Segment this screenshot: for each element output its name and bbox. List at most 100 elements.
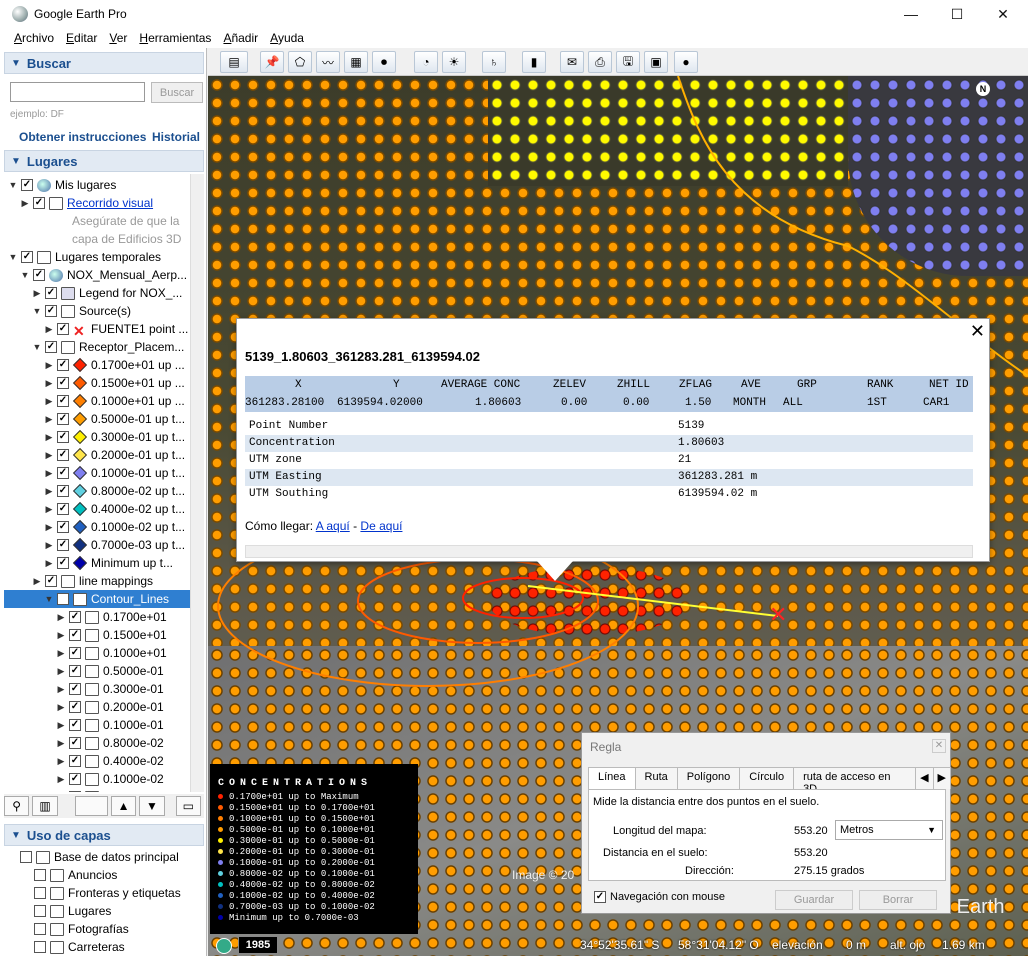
ruler-icon[interactable]: ▮ <box>522 51 546 73</box>
tree-item[interactable]: ▶ ✓ 0.1000e+01 <box>4 644 190 662</box>
expand-arrow-icon[interactable]: ▼ <box>8 252 18 262</box>
expand-arrow-icon[interactable]: ▶ <box>56 648 66 659</box>
layer-item[interactable]: Base de datos principal <box>20 848 179 866</box>
menu-anadir[interactable]: Añadir <box>223 31 258 45</box>
expand-arrow-icon[interactable]: ▶ <box>44 414 54 425</box>
tree-item[interactable]: ▶ ✓ 0.4000e-02 <box>4 752 190 770</box>
tree-item[interactable]: ▶ ✓ Legend for NOX_... <box>4 284 190 302</box>
places-filter-input[interactable] <box>74 796 108 816</box>
visibility-checkbox[interactable]: ✓ <box>57 413 69 425</box>
history-link[interactable]: Historial <box>152 130 200 144</box>
tab-circulo[interactable]: Círculo <box>739 767 795 789</box>
minimize-button[interactable]: — <box>888 0 934 28</box>
tree-item[interactable]: ▶ ✓ 0.1500e+01 up ... <box>4 374 190 392</box>
planets-icon[interactable]: ♄ <box>482 51 506 73</box>
email-icon[interactable]: ✉ <box>560 51 584 73</box>
layer-item[interactable]: Lugares <box>34 902 111 920</box>
tab-poligono[interactable]: Polígono <box>676 767 741 789</box>
layer-checkbox[interactable] <box>34 869 46 881</box>
tree-item[interactable]: ▼ ✓ Contour_Lines <box>4 590 190 608</box>
search-input[interactable] <box>10 82 145 102</box>
visibility-checkbox[interactable]: ✓ <box>57 323 69 335</box>
layers-section-header[interactable]: ▼ Uso de capas <box>4 824 204 846</box>
image-overlay-icon[interactable]: ▦ <box>344 51 368 73</box>
search-button[interactable]: Buscar <box>151 82 203 103</box>
tree-item[interactable]: ▶ ✓ 0.1500e+01 <box>4 626 190 644</box>
expand-arrow-icon[interactable]: ▶ <box>32 288 42 299</box>
tree-item[interactable]: ▼ ✓ Lugares temporales <box>4 248 190 266</box>
visibility-checkbox[interactable]: ✓ <box>21 179 33 191</box>
toggle-panel-button[interactable]: ▥ <box>32 796 58 816</box>
visibility-checkbox[interactable]: ✓ <box>69 701 81 713</box>
save-image-icon[interactable]: 🖫 <box>616 51 640 73</box>
tree-item[interactable]: ▶ ✓ 0.1000e+01 up ... <box>4 392 190 410</box>
tree-item[interactable]: ▶ ✓ 0.1000e-02 up t... <box>4 518 190 536</box>
layer-checkbox[interactable] <box>20 851 32 863</box>
expand-arrow-icon[interactable]: ▶ <box>56 792 66 793</box>
directions-to-here-link[interactable]: A aquí <box>316 519 350 533</box>
balloon-horizontal-scrollbar[interactable] <box>245 545 973 558</box>
layer-checkbox[interactable] <box>34 887 46 899</box>
tree-item[interactable]: ▶ ✓ 0.2000e-01 <box>4 698 190 716</box>
tab-linea[interactable]: Línea <box>588 767 636 789</box>
visibility-checkbox[interactable]: ✓ <box>45 305 57 317</box>
visibility-checkbox[interactable]: ✓ <box>69 755 81 767</box>
visibility-checkbox[interactable]: ✓ <box>69 719 81 731</box>
move-up-button[interactable]: ▲ <box>110 796 137 816</box>
expand-arrow-icon[interactable]: ▶ <box>56 684 66 695</box>
expand-arrow-icon[interactable]: ▶ <box>44 324 54 335</box>
tree-item[interactable]: ▶ ✓ ✕ FUENTE1 point ... <box>4 320 190 339</box>
visibility-checkbox[interactable]: ✓ <box>69 665 81 677</box>
earth-gallery-icon[interactable]: ● <box>674 51 698 73</box>
tree-item[interactable]: ▶ ✓ 0.1000e-01 up t... <box>4 464 190 482</box>
record-tour-icon[interactable]: ⏺ <box>372 51 396 73</box>
tree-item[interactable]: ▶ ✓ 0.8000e-02 <box>4 734 190 752</box>
visibility-checkbox[interactable]: ✓ <box>33 269 45 281</box>
expand-arrow-icon[interactable]: ▼ <box>44 594 54 604</box>
menu-ver[interactable]: Ver <box>109 31 127 45</box>
close-icon[interactable]: ✕ <box>970 321 985 342</box>
expand-arrow-icon[interactable]: ▶ <box>44 450 54 461</box>
visibility-checkbox[interactable]: ✓ <box>57 395 69 407</box>
expand-arrow-icon[interactable]: ▶ <box>56 720 66 731</box>
expand-arrow-icon[interactable]: ▶ <box>44 558 54 569</box>
tree-item[interactable]: ▶ ✓ Minimum up t... <box>4 554 190 572</box>
search-section-header[interactable]: ▼ Buscar <box>4 52 204 74</box>
expand-arrow-icon[interactable]: ▼ <box>32 342 42 352</box>
tab-scroll-right-icon[interactable]: ▶ <box>932 767 951 789</box>
expand-arrow-icon[interactable]: ▶ <box>56 666 66 677</box>
visibility-checkbox[interactable]: ✓ <box>57 467 69 479</box>
tree-item[interactable]: ▶ ✓ 0.1700e+01 up ... <box>4 356 190 374</box>
placemark-icon[interactable]: 📌 <box>260 51 284 73</box>
expand-arrow-icon[interactable]: ▶ <box>56 738 66 749</box>
expand-arrow-icon[interactable]: ▶ <box>44 486 54 497</box>
tree-item[interactable]: Asegúrate de que la <box>4 212 190 230</box>
tab-ruta[interactable]: Ruta <box>634 767 678 789</box>
expand-arrow-icon[interactable]: ▶ <box>56 702 66 713</box>
expand-arrow-icon[interactable]: ▶ <box>44 468 54 479</box>
menu-herramientas[interactable]: Herramientas <box>139 31 211 45</box>
tree-item[interactable]: ▶ ✓ 0.4000e-02 up t... <box>4 500 190 518</box>
visibility-checkbox[interactable]: ✓ <box>45 341 57 353</box>
expand-arrow-icon[interactable]: ▼ <box>20 270 30 280</box>
expand-arrow-icon[interactable]: ▶ <box>44 432 54 443</box>
expand-arrow-icon[interactable]: ▶ <box>32 576 42 587</box>
tree-item[interactable]: ▶ ✓ 0.1000e-01 <box>4 716 190 734</box>
tree-item[interactable]: ▶ ✓ line mappings <box>4 572 190 590</box>
tree-item[interactable]: ▶ ✓ 0.3000e-01 <box>4 680 190 698</box>
expand-arrow-icon[interactable]: ▶ <box>20 198 30 209</box>
visibility-checkbox[interactable]: ✓ <box>57 377 69 389</box>
expand-arrow-icon[interactable]: ▶ <box>44 522 54 533</box>
close-icon[interactable]: ✕ <box>932 739 946 753</box>
tree-item[interactable]: ▶ ✓ 0.7000e-03 up t... <box>4 536 190 554</box>
mouse-nav-checkbox[interactable]: ✓ <box>594 891 606 903</box>
path-icon[interactable]: 〰 <box>316 51 340 73</box>
historical-year-badge[interactable]: 1985 <box>238 936 278 954</box>
tree-item[interactable]: ▼ ✓ Mis lugares <box>4 176 190 194</box>
visibility-checkbox[interactable]: ✓ <box>69 611 81 623</box>
expand-arrow-icon[interactable]: ▼ <box>8 180 18 190</box>
north-compass-icon[interactable]: N <box>976 82 990 96</box>
layer-checkbox[interactable] <box>34 905 46 917</box>
visibility-checkbox[interactable]: ✓ <box>69 737 81 749</box>
search-places-button[interactable]: ⚲ <box>4 796 30 816</box>
